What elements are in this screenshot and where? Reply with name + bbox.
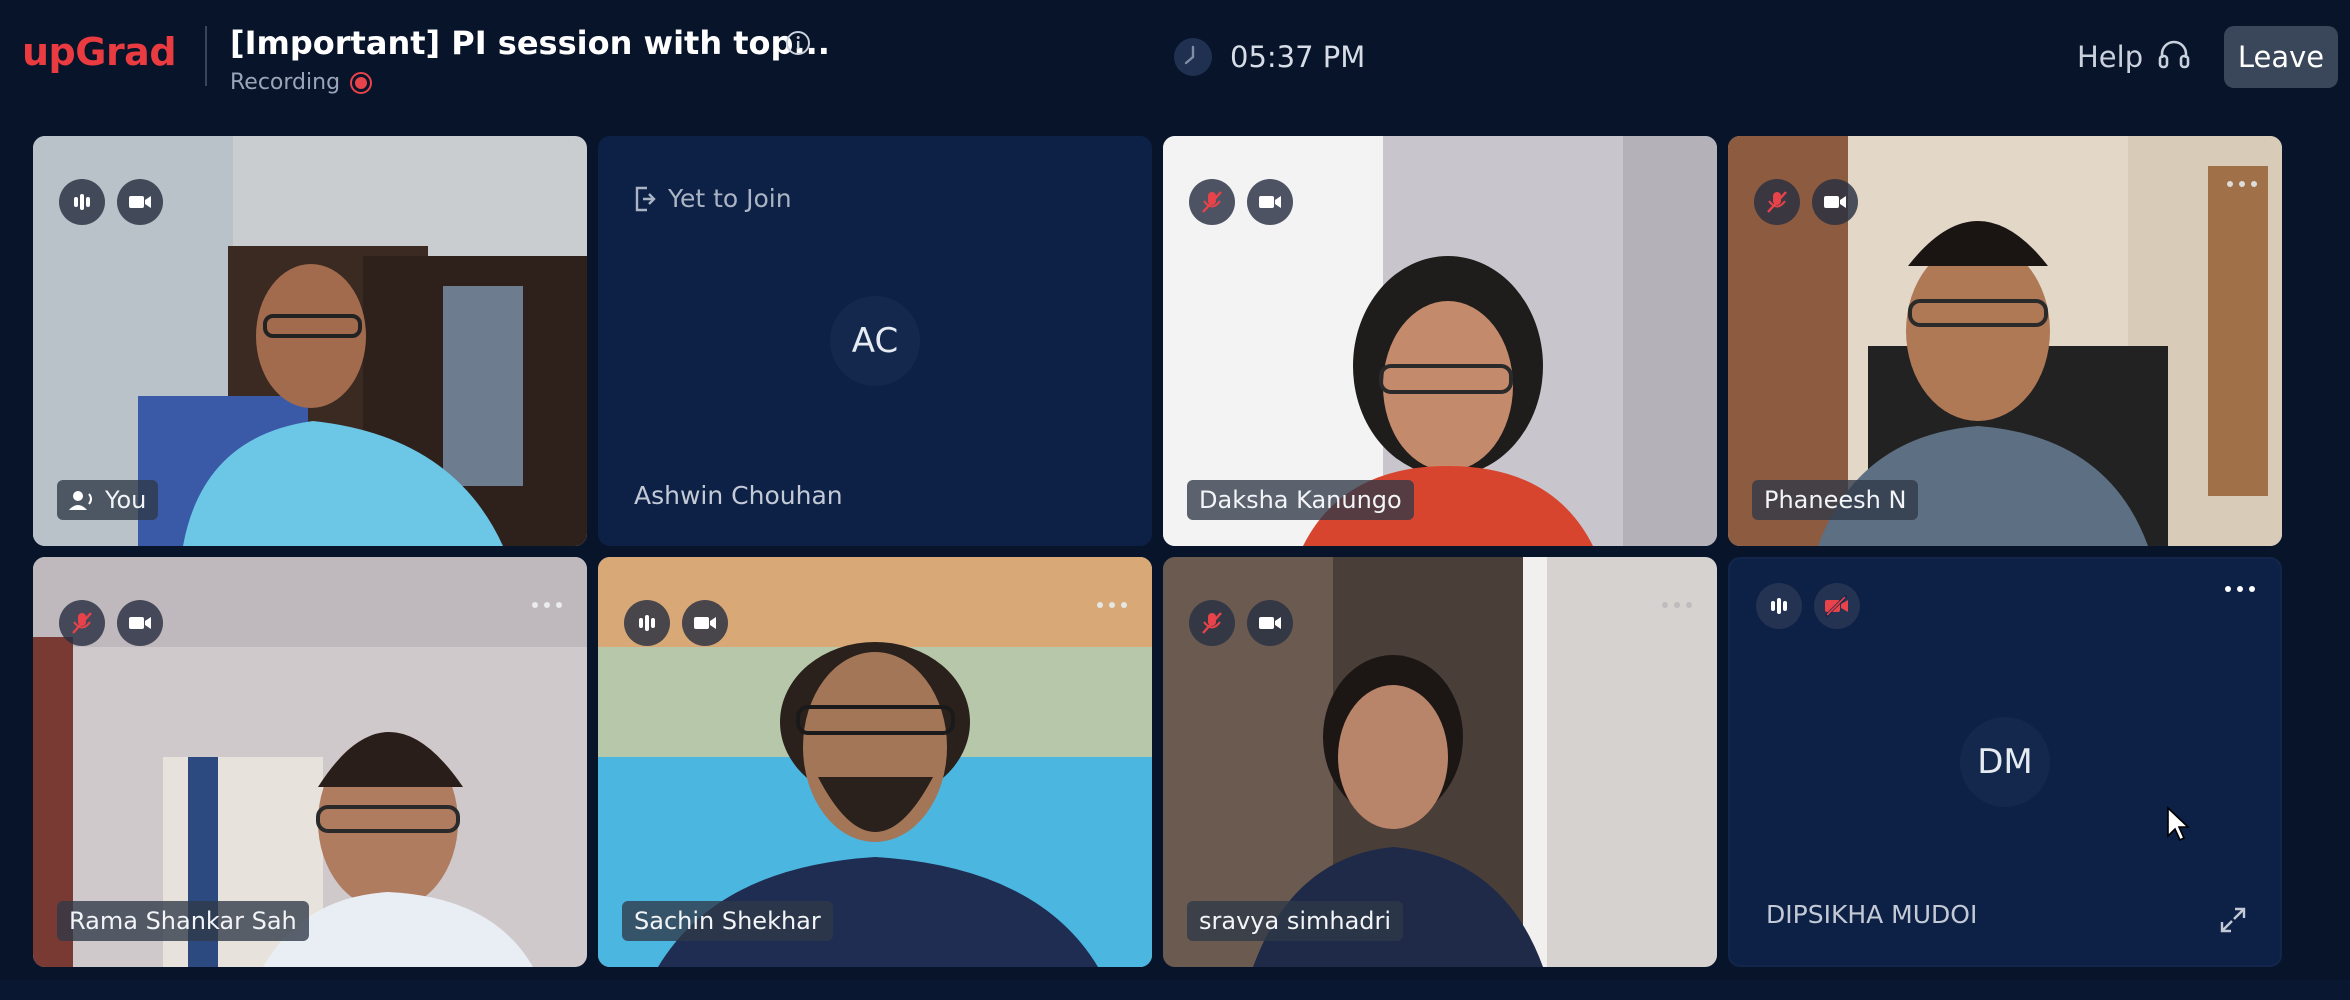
camera-icon[interactable] [117, 600, 163, 646]
participant-tile-sachin-shekhar[interactable]: Sachin Shekhar [598, 557, 1152, 967]
cursor-icon [2167, 806, 2190, 842]
participant-tile-rama-shankar-sah[interactable]: Rama Shankar Sah [33, 557, 587, 967]
participant-name-tag: Daksha Kanungo [1187, 480, 1414, 520]
participant-name: DIPSIKHA MUDOI [1766, 900, 1978, 929]
more-icon[interactable] [529, 597, 565, 613]
camera-icon[interactable] [1812, 179, 1858, 225]
camera-icon[interactable] [682, 600, 728, 646]
clock-icon [1174, 38, 1212, 76]
participant-tile-dipsikha-mudoi[interactable]: DM DIPSIKHA MUDOI [1728, 557, 2282, 967]
more-icon[interactable] [2222, 581, 2258, 597]
participant-tile-daksha-kanungo[interactable]: Daksha Kanungo [1163, 136, 1717, 546]
info-icon[interactable] [785, 30, 811, 56]
mic-off-icon[interactable] [59, 600, 105, 646]
participant-name: Ashwin Chouhan [634, 481, 843, 510]
mic-icon[interactable] [59, 179, 105, 225]
participant-tile-phaneesh-n[interactable]: Phaneesh N [1728, 136, 2282, 546]
participant-name-tag: Sachin Shekhar [622, 901, 833, 941]
mic-icon[interactable] [624, 600, 670, 646]
camera-icon[interactable] [1247, 179, 1293, 225]
participant-tile-sravya-simhadri[interactable]: sravya simhadri [1163, 557, 1717, 967]
participant-name-tag: Phaneesh N [1752, 480, 1919, 520]
session-title: [Important] PI session with top... [230, 24, 830, 62]
avatar: AC [830, 296, 920, 386]
mic-icon[interactable] [1756, 583, 1802, 629]
participant-name: You [105, 486, 147, 514]
participant-name-tag: You [57, 480, 159, 520]
expand-icon[interactable] [2218, 905, 2248, 935]
leave-button[interactable]: Leave [2224, 26, 2338, 88]
participant-tile-ashwin-chouhan[interactable]: Yet to Join AC Ashwin Chouhan [598, 136, 1152, 546]
mic-off-icon[interactable] [1754, 179, 1800, 225]
more-icon[interactable] [1659, 597, 1695, 613]
recording-icon [350, 71, 373, 94]
recording-label: Recording [230, 70, 341, 95]
participant-name-tag: sravya simhadri [1187, 901, 1404, 941]
participant-tile-you[interactable]: You [33, 136, 587, 546]
more-icon[interactable] [2224, 176, 2260, 192]
participant-name: Phaneesh N [1764, 486, 1907, 514]
participant-name: Sachin Shekhar [634, 907, 821, 935]
upgrad-logo: upGrad [22, 30, 177, 74]
avatar: DM [1960, 717, 2050, 807]
participant-name: Daksha Kanungo [1199, 486, 1402, 514]
camera-off-icon[interactable] [1814, 583, 1860, 629]
session-time: 05:37 PM [1230, 40, 1366, 74]
camera-icon[interactable] [117, 179, 163, 225]
recording-status: Recording [230, 70, 373, 95]
yet-to-join-status: Yet to Join [634, 184, 792, 213]
participant-name: sravya simhadri [1199, 907, 1392, 935]
mic-off-icon[interactable] [1189, 600, 1235, 646]
top-bar: upGrad [Important] PI session with top..… [0, 0, 2350, 118]
more-icon[interactable] [1094, 597, 1130, 613]
header-divider [205, 26, 207, 86]
status-text: Yet to Join [668, 184, 792, 213]
speaking-user-icon [69, 491, 92, 510]
bottom-control-bar [0, 980, 2350, 1000]
camera-icon[interactable] [1247, 600, 1293, 646]
participant-name-tag: Rama Shankar Sah [57, 901, 309, 941]
mic-off-icon[interactable] [1189, 179, 1235, 225]
participant-name: Rama Shankar Sah [69, 907, 297, 935]
exit-icon [635, 186, 656, 211]
headset-icon[interactable] [2156, 38, 2192, 74]
help-link[interactable]: Help [2077, 40, 2143, 74]
